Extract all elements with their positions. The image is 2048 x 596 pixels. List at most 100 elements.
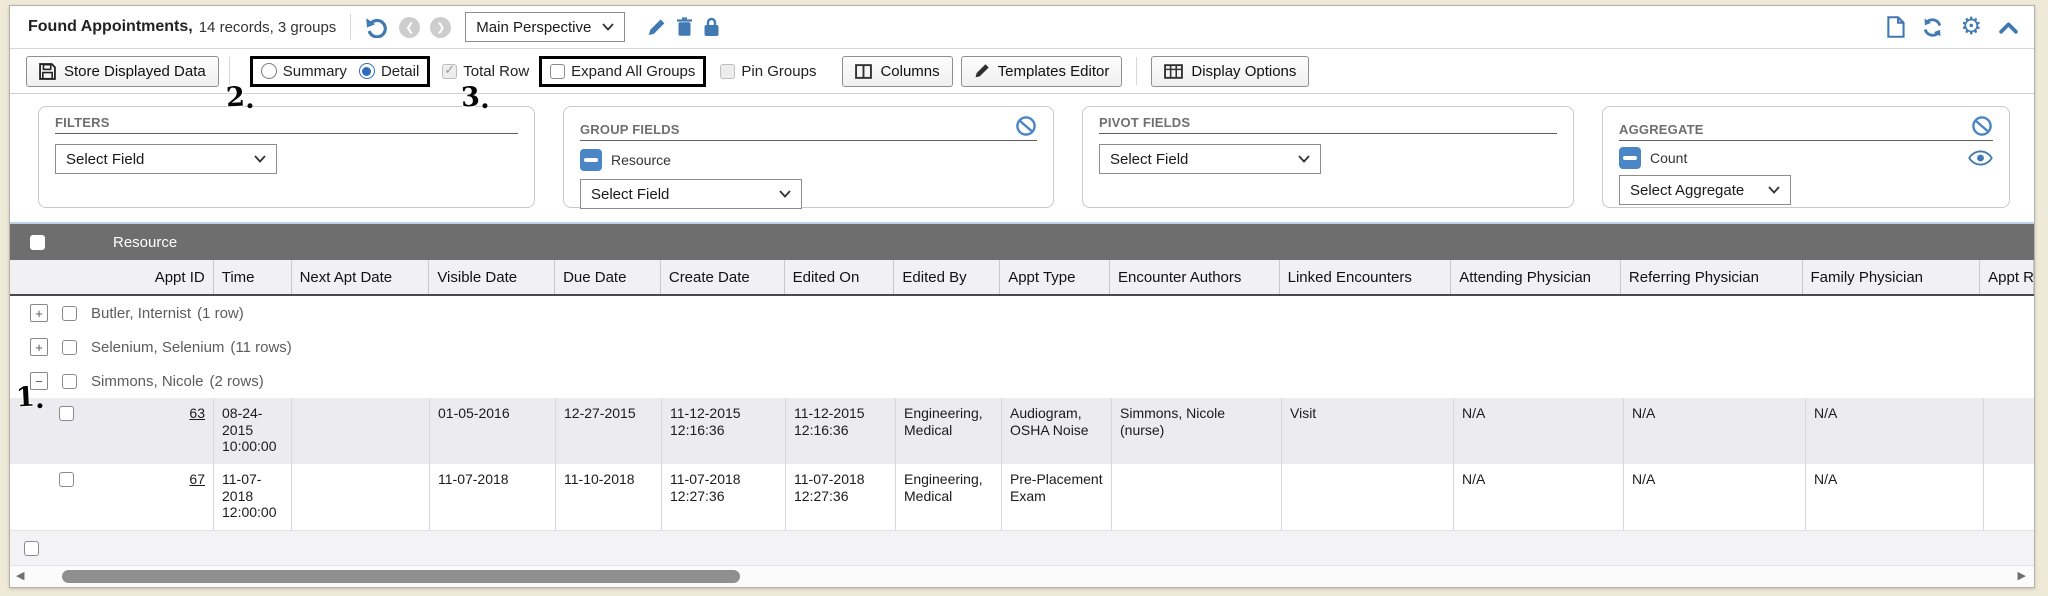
column-header-family-physician[interactable]: Family Physician [1803,260,1981,294]
check-icon: ✓ [444,62,455,78]
save-icon [39,63,56,80]
group-row: +Butler, Internist(1 row) [10,296,2034,330]
group-row-count: (2 rows) [210,373,264,390]
collapse-panel-icon[interactable] [1999,21,2018,34]
scrollbar-thumb[interactable] [62,570,740,583]
column-header-row: Appt IDTimeNext Apt DateVisible DateDue … [10,260,2034,296]
appt-id-link[interactable]: 67 [189,471,205,487]
new-document-icon[interactable] [1887,16,1905,38]
row-checkbox-cell [46,398,86,464]
column-header-appt-type[interactable]: Appt Type [1000,260,1110,294]
footer-checkbox[interactable] [24,541,39,556]
filters-title: FILTERS [55,115,110,130]
chevron-left-icon[interactable]: ❮ [399,17,420,38]
pivot-fields-panel: PIVOT FIELDS Select Field [1082,106,1574,208]
cell-referring-physician: N/A [1624,398,1806,464]
remove-field-icon[interactable] [580,149,602,171]
pin-groups-checkbox[interactable]: Pin Groups [720,63,816,80]
eye-icon[interactable] [1968,150,1993,166]
cell-family-physician: N/A [1806,464,1984,530]
column-header-edited-on[interactable]: Edited On [785,260,895,294]
row-checkbox[interactable] [59,472,74,487]
column-header-appt-id[interactable]: Appt ID [86,260,214,294]
data-row: 6711-07-2018 12:00:0011-07-201811-10-201… [10,464,2034,530]
perspective-select[interactable]: Main Perspective [465,12,625,42]
column-header-edited-by[interactable]: Edited By [894,260,1000,294]
column-header-time[interactable]: Time [214,260,292,294]
cell-appt-type: Pre-Placement Exam [1002,464,1112,530]
cell-due-date: 12-27-2015 [556,398,662,464]
group-checkbox[interactable] [62,374,77,389]
group-checkbox[interactable] [62,306,77,321]
summary-radio[interactable]: Summary [261,63,347,80]
column-header-next-apt-date[interactable]: Next Apt Date [292,260,430,294]
columns-button[interactable]: Columns [842,56,952,87]
scroll-right-arrow-icon[interactable]: ▶ [2018,570,2026,583]
remove-aggregate-icon[interactable] [1619,147,1641,169]
delete-perspective-icon[interactable] [676,17,693,37]
column-header-attending-physician[interactable]: Attending Physician [1451,260,1621,294]
pivot-fields-title: PIVOT FIELDS [1099,115,1190,130]
clear-group-fields-icon[interactable] [1015,115,1037,137]
chevron-down-icon [1768,186,1780,194]
cell-due-date: 11-10-2018 [556,464,662,530]
cell-appt-re [1984,398,2035,464]
cell-time: 11-07-2018 12:00:00 [214,464,292,530]
expand-group-icon[interactable]: + [30,304,48,322]
store-displayed-data-button[interactable]: Store Displayed Data [26,56,219,87]
group-fields-select-field[interactable]: Select Field [580,179,802,209]
radio-selected-icon [359,63,375,79]
annotation-number-3: 3 [460,82,480,114]
group-band: Resource [10,224,2034,260]
checkbox-checked-icon: ✓ [442,64,457,79]
screen: Found Appointments, 14 records, 3 groups… [0,0,2048,596]
group-band-label: Resource [113,234,177,251]
column-header-linked-encounters[interactable]: Linked Encounters [1280,260,1452,294]
checkbox-icon [720,64,735,79]
lock-icon[interactable] [703,17,720,37]
edit-perspective-icon[interactable] [647,18,666,37]
group-row-count: (11 rows) [230,339,291,356]
appt-id-link[interactable]: 63 [189,405,205,421]
columns-icon [855,64,872,79]
display-options-button[interactable]: Display Options [1151,56,1309,87]
undo-icon[interactable] [365,16,389,38]
aggregate-select[interactable]: Select Aggregate [1619,175,1791,205]
clear-aggregate-icon[interactable] [1971,115,1993,137]
column-header-create-date[interactable]: Create Date [661,260,785,294]
data-row: 6308-24-2015 10:00:0001-05-201612-27-201… [10,398,2034,464]
scroll-left-arrow-icon[interactable]: ◀ [16,570,24,583]
templates-editor-button[interactable]: Templates Editor [961,56,1123,87]
filters-select-field[interactable]: Select Field [55,144,277,174]
records-summary: 14 records, 3 groups [199,19,337,36]
chevron-right-icon[interactable]: ❯ [430,17,451,38]
horizontal-scrollbar[interactable]: ◀ ▶ [10,565,2034,587]
column-header-appt-re[interactable]: Appt Re [1980,260,2034,294]
gear-icon[interactable]: ⚙ [1960,17,1982,37]
divider [1136,57,1137,85]
detail-radio[interactable]: Detail [359,63,419,80]
checkbox-icon [550,64,565,79]
divider [229,57,230,85]
table-grid-icon [1164,64,1183,79]
filters-panel: FILTERS Select Field [38,106,535,208]
expand-group-icon[interactable]: + [30,338,48,356]
total-row-checkbox[interactable]: ✓ Total Row [442,63,529,80]
column-header-encounter-authors[interactable]: Encounter Authors [1110,260,1280,294]
cell-attending-physician: N/A [1454,464,1624,530]
perspective-select-value: Main Perspective [476,19,591,36]
group-checkbox[interactable] [62,340,77,355]
select-all-checkbox[interactable] [30,235,45,250]
column-header-visible-date[interactable]: Visible Date [429,260,555,294]
header-bar: Found Appointments, 14 records, 3 groups… [10,6,2034,49]
group-label: Simmons, Nicole [91,373,204,390]
pivot-fields-select-field[interactable]: Select Field [1099,144,1321,174]
refresh-icon[interactable] [1922,17,1943,38]
column-header-referring-physician[interactable]: Referring Physician [1621,260,1803,294]
cell-encounter-authors: Simmons, Nicole (nurse) [1112,398,1282,464]
column-header-due-date[interactable]: Due Date [555,260,661,294]
cell-time: 08-24-2015 10:00:00 [214,398,292,464]
expand-all-groups-checkbox[interactable]: Expand All Groups [550,63,695,80]
row-checkbox[interactable] [59,406,74,421]
cell-edited-on: 11-07-2018 12:27:36 [786,464,896,530]
